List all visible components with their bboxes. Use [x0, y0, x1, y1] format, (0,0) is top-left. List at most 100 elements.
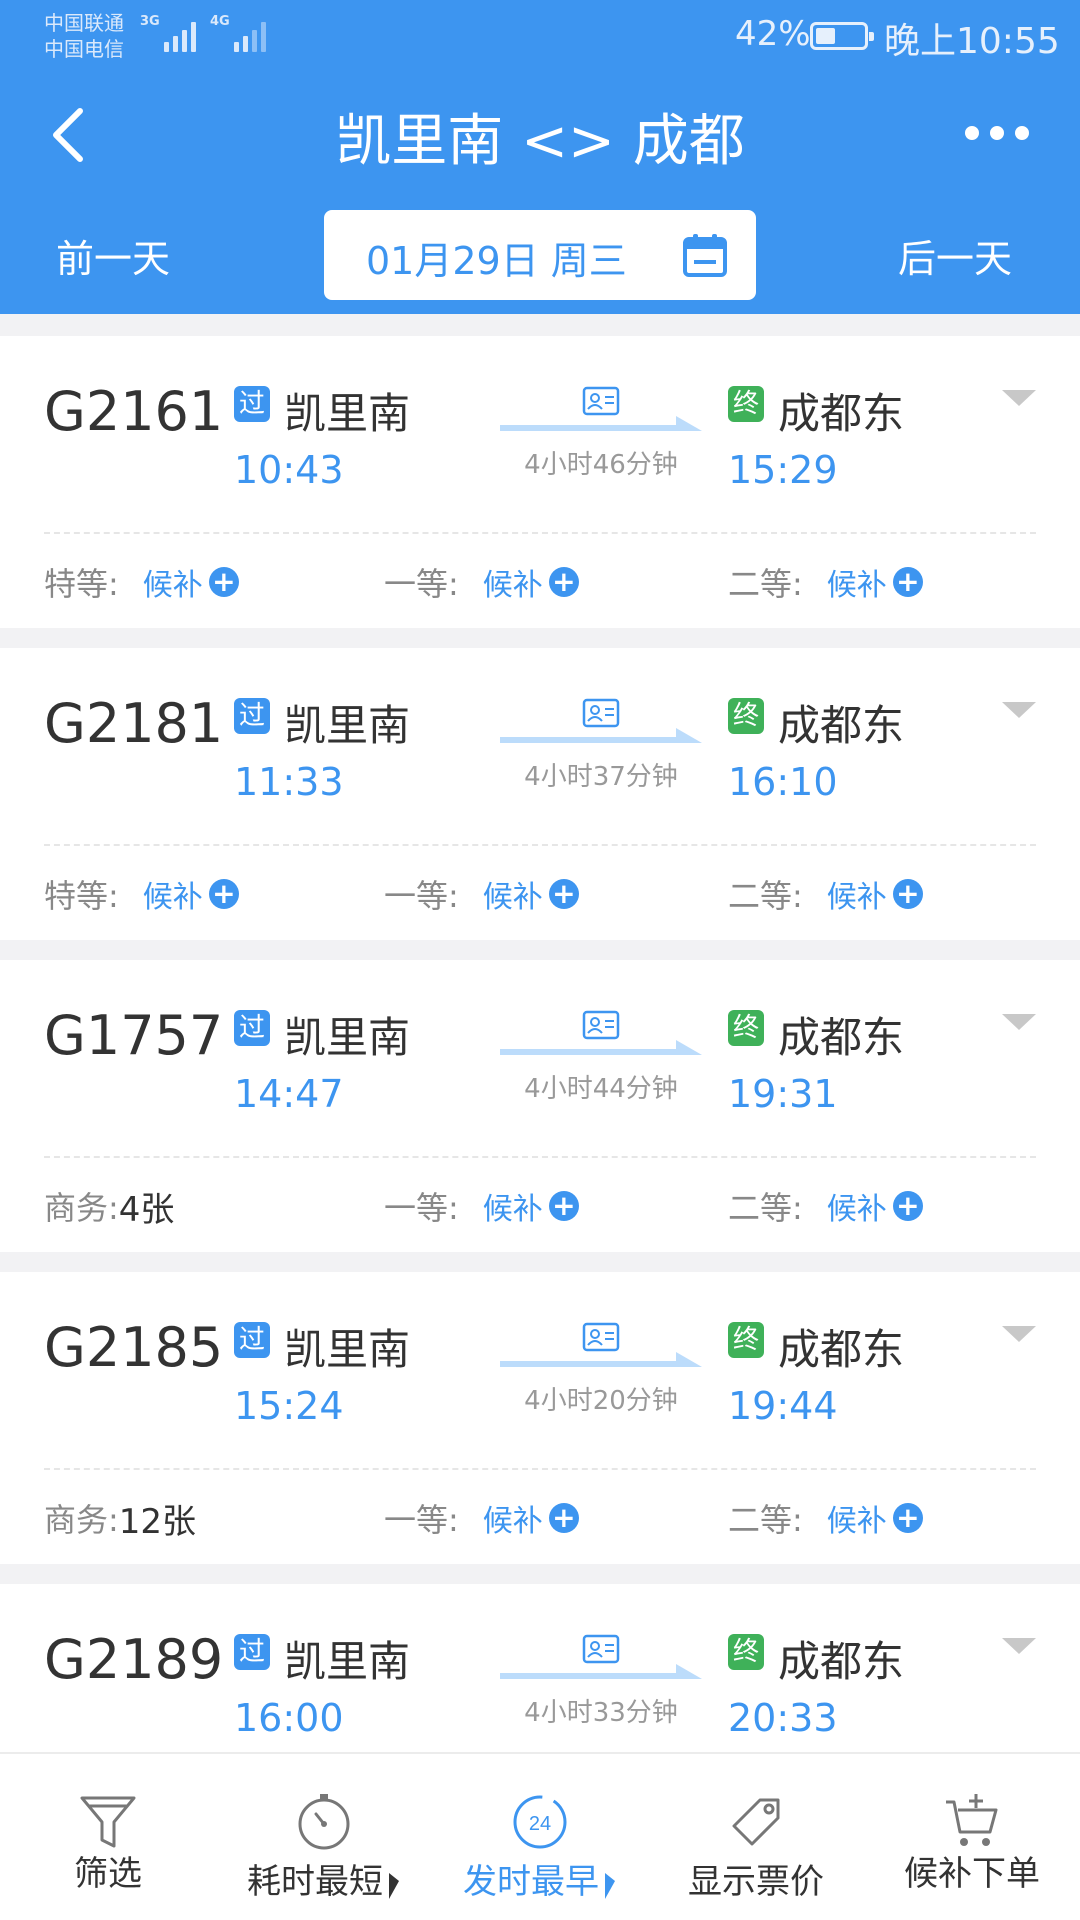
add-waitlist-icon[interactable]: + — [208, 879, 239, 909]
page-title: 凯里南 <> 成都 — [335, 109, 745, 174]
seat-class[interactable]: 特等: 候补 + — [44, 560, 239, 604]
selected-date: 01月29日 周三 — [366, 239, 627, 283]
sort-shortest-button[interactable]: 耗时最短 — [216, 1754, 432, 1920]
arrival-station: 成都东 — [778, 1637, 905, 1686]
travel-duration: 4小时46分钟 — [524, 450, 678, 480]
arrival-station: 成都东 — [778, 701, 905, 750]
train-card[interactable]: G2185 过凯里南 15:24 4小时20分钟 终成都东 19:44 商务: 12张 一等: 候… — [0, 1272, 1080, 1564]
pass-station-tag: 过 — [234, 386, 270, 422]
seat-class[interactable]: 一等: 候补 + — [384, 560, 579, 604]
prev-day-button[interactable]: 前一天 — [56, 228, 170, 283]
travel-duration: 4小时33分钟 — [524, 1698, 678, 1728]
next-day-button[interactable]: 后一天 — [898, 228, 1012, 283]
terminal-station-tag: 终 — [728, 1634, 764, 1670]
arrival-time: 16:10 — [728, 760, 838, 804]
add-waitlist-icon[interactable]: + — [892, 1191, 923, 1221]
add-waitlist-icon[interactable]: + — [892, 879, 923, 909]
card-divider — [44, 1468, 1036, 1470]
date-picker-button[interactable]: 01月29日 周三 — [324, 210, 756, 300]
route-arrow-icon — [500, 728, 702, 743]
add-waitlist-icon[interactable]: + — [548, 1191, 579, 1221]
train-number: G2189 — [44, 1628, 224, 1691]
train-card[interactable]: G2181 过凯里南 11:33 4小时37分钟终成都东 16:10 特等: 候补 + 一等: 候… — [0, 648, 1080, 940]
show-price-label: 显示票价 — [688, 1862, 824, 1902]
seat-class[interactable]: 特等: 候补 + — [44, 872, 239, 916]
carrier-2: 中国电信 — [44, 37, 124, 61]
signal-2-icon: 4G — [210, 14, 266, 52]
id-card-icon — [582, 1322, 620, 1352]
terminal-station-tag: 终 — [728, 1010, 764, 1046]
terminal-station-tag: 终 — [728, 1322, 764, 1358]
caret-down-icon[interactable] — [1002, 1324, 1036, 1344]
arrival-station: 成都东 — [778, 389, 905, 438]
add-waitlist-icon[interactable]: + — [892, 1503, 923, 1533]
seat-class[interactable]: 一等: 候补 + — [384, 872, 579, 916]
train-number: G2161 — [44, 380, 224, 443]
status-bar: 中国联通 中国电信 3G 4G 42% 晚上10:55 — [0, 0, 1080, 78]
seat-class-label: 一等: — [384, 1189, 459, 1227]
caret-down-icon[interactable] — [1002, 700, 1036, 720]
stopwatch-icon — [298, 1794, 350, 1850]
seat-class[interactable]: 二等: 候补 + — [728, 1184, 923, 1228]
id-card-icon — [582, 1634, 620, 1664]
sort-earliest-text: 发时最早 — [463, 1862, 599, 1902]
sort-order-icon — [389, 1872, 399, 1899]
signal-1-icon: 3G — [140, 14, 196, 52]
waitlist-order-label: 候补下单 — [904, 1854, 1040, 1894]
funnel-icon — [80, 1796, 136, 1848]
seat-class[interactable]: 商务: 12张 — [44, 1496, 197, 1542]
cart-plus-icon — [946, 1794, 998, 1846]
add-waitlist-icon[interactable]: + — [548, 1503, 579, 1533]
seat-class-label: 二等: — [728, 1189, 803, 1227]
seat-class-label: 特等: — [44, 565, 119, 603]
sort-earliest-button[interactable]: 24 发时最早 — [432, 1754, 648, 1920]
id-card-icon — [582, 698, 620, 728]
seat-availability: 候补 — [142, 568, 203, 603]
waitlist-order-button[interactable]: 候补下单 — [864, 1754, 1080, 1920]
seat-class[interactable]: 二等: 候补 + — [728, 1496, 923, 1540]
caret-down-icon[interactable] — [1002, 388, 1036, 408]
id-card-icon — [582, 1010, 620, 1040]
travel-duration: 4小时44分钟 — [524, 1074, 678, 1104]
departure-station: 凯里南 — [284, 701, 411, 750]
seat-class[interactable]: 二等: 候补 + — [728, 872, 923, 916]
travel-duration: 4小时37分钟 — [524, 762, 678, 792]
seat-class-label: 商务: — [44, 1501, 119, 1539]
more-dots-icon[interactable] — [965, 126, 1029, 142]
seat-availability: 12张 — [118, 1501, 197, 1542]
network-type-1: 3G — [140, 14, 160, 29]
card-divider — [44, 1156, 1036, 1158]
header: 中国联通 中国电信 3G 4G 42% 晚上10:55 凯里南 <> 成都 前一… — [0, 0, 1080, 314]
caret-down-icon[interactable] — [1002, 1012, 1036, 1032]
departure-time: 14:47 — [234, 1072, 344, 1116]
train-number: G1757 — [44, 1004, 224, 1067]
caret-down-icon[interactable] — [1002, 1636, 1036, 1656]
filter-label: 筛选 — [74, 1854, 142, 1894]
seat-class-label: 二等: — [728, 1501, 803, 1539]
seat-class[interactable]: 一等: 候补 + — [384, 1496, 579, 1540]
seat-class[interactable]: 二等: 候补 + — [728, 560, 923, 604]
add-waitlist-icon[interactable]: + — [548, 879, 579, 909]
filter-button[interactable]: 筛选 — [0, 1754, 216, 1920]
arrival-time: 19:31 — [728, 1072, 838, 1116]
sort-shortest-text: 耗时最短 — [247, 1862, 383, 1902]
network-type-2: 4G — [210, 14, 230, 29]
show-price-button[interactable]: 显示票价 — [648, 1754, 864, 1920]
add-waitlist-icon[interactable]: + — [208, 567, 239, 597]
seat-class-label: 特等: — [44, 877, 119, 915]
seat-class-label: 一等: — [384, 565, 459, 603]
departure-time: 15:24 — [234, 1384, 344, 1428]
seat-availability: 候补 — [482, 1504, 543, 1539]
seat-availability: 候补 — [826, 1504, 887, 1539]
seat-availability: 候补 — [826, 1192, 887, 1227]
card-divider — [44, 532, 1036, 534]
seat-class[interactable]: 商务: 4张 — [44, 1184, 174, 1230]
terminal-station-tag: 终 — [728, 386, 764, 422]
train-card[interactable]: G1757 过凯里南 14:47 4小时44分钟 终成都东 19:31 商务: 4张 一等: 候补… — [0, 960, 1080, 1252]
departure-station: 凯里南 — [284, 1013, 411, 1062]
train-card[interactable]: G2161 过凯里南 10:43 4小时46分钟终成都东 15:29 特等: 候补 + 一等: 候… — [0, 336, 1080, 628]
add-waitlist-icon[interactable]: + — [892, 567, 923, 597]
add-waitlist-icon[interactable]: + — [548, 567, 579, 597]
seat-class[interactable]: 一等: 候补 + — [384, 1184, 579, 1228]
train-number: G2181 — [44, 692, 224, 755]
